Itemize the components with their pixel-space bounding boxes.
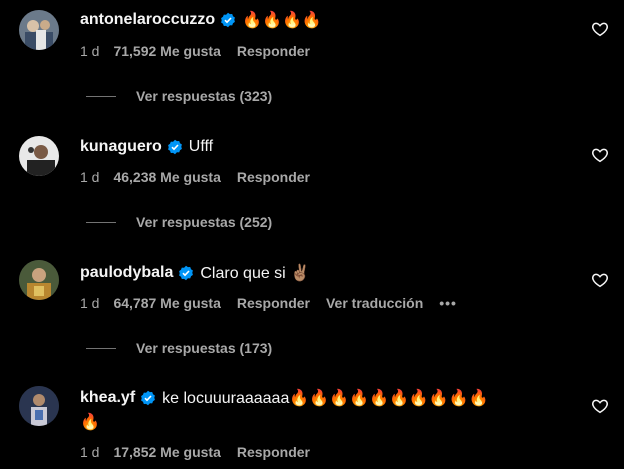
like-heart-icon[interactable] [591,397,609,415]
comment-text: ke locuuuraaaaaa🔥🔥🔥🔥🔥🔥🔥🔥🔥🔥 [162,390,489,407]
comment-time: 1 d [80,444,100,460]
username[interactable]: paulodybala [80,264,173,282]
likes-count[interactable]: 71,592 Me gusta [113,43,220,59]
reply-button[interactable]: Responder [237,169,310,185]
verified-badge-icon [178,265,194,281]
replies-line [86,221,116,223]
reply-button[interactable]: Responder [237,295,310,311]
username[interactable]: kunaguero [80,138,162,156]
likes-count[interactable]: 46,238 Me gusta [113,169,220,185]
translate-button[interactable]: Ver traducción [326,295,423,311]
comment-text-continued: 🔥 [80,414,100,431]
view-replies-button[interactable]: Ver respuestas (252) [86,214,272,230]
replies-line [86,347,116,349]
view-replies-button[interactable]: Ver respuestas (173) [86,340,272,356]
comment-text: Claro que si ✌🏽 [200,265,311,282]
view-replies-label: Ver respuestas (173) [136,340,273,356]
comment-time: 1 d [80,43,100,59]
view-replies-button[interactable]: Ver respuestas (323) [86,88,272,104]
avatar[interactable] [19,386,59,426]
avatar[interactable] [19,10,59,50]
view-replies-label: Ver respuestas (323) [136,88,273,104]
username[interactable]: khea.yf [80,389,135,407]
comment: paulodybala Claro que si ✌🏽 1 d 64,787 M… [0,252,624,372]
comment: kunaguero Ufff 1 d 46,238 Me gusta Respo… [0,126,624,246]
verified-badge-icon [167,139,183,155]
reply-button[interactable]: Responder [237,444,310,460]
verified-badge-icon [140,390,156,406]
reply-button[interactable]: Responder [237,43,310,59]
like-heart-icon[interactable] [591,271,609,289]
view-replies-label: Ver respuestas (252) [136,214,273,230]
more-dots-icon[interactable]: ••• [439,295,457,311]
verified-badge-icon [220,12,236,28]
avatar[interactable] [19,260,59,300]
replies-line [86,95,116,97]
comment-time: 1 d [80,169,100,185]
like-heart-icon[interactable] [591,20,609,38]
username[interactable]: antonelaroccuzzo [80,11,215,29]
likes-count[interactable]: 64,787 Me gusta [113,295,220,311]
avatar[interactable] [19,136,59,176]
like-heart-icon[interactable] [591,146,609,164]
likes-count[interactable]: 17,852 Me gusta [113,444,220,460]
comment-time: 1 d [80,295,100,311]
comment: antonelaroccuzzo 🔥🔥🔥🔥 1 d 71,592 Me gust… [0,0,624,120]
comment-text: 🔥🔥🔥🔥 [242,12,322,29]
comment: khea.yf ke locuuuraaaaaa🔥🔥🔥🔥🔥🔥🔥🔥🔥🔥 🔥 1 d… [0,378,624,469]
comment-text: Ufff [188,138,214,155]
